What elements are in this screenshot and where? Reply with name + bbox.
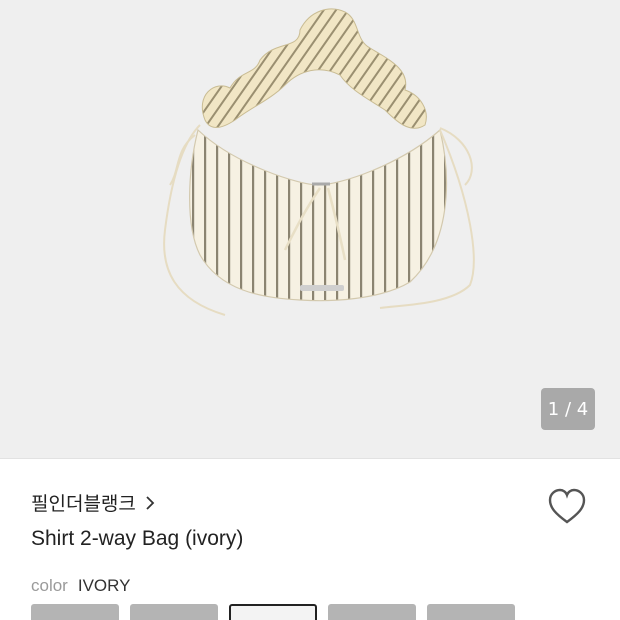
color-swatch[interactable]: [328, 604, 416, 620]
color-selection: color IVORY: [31, 576, 130, 596]
brand-name: 필인더블랭크: [31, 493, 136, 515]
chevron-right-icon: [146, 495, 155, 510]
color-swatch[interactable]: [31, 604, 119, 620]
color-value: IVORY: [77, 576, 131, 595]
image-counter-badge: 1 / 4: [541, 388, 595, 430]
brand-link[interactable]: 필인더블랭크: [31, 489, 156, 516]
heart-outline-icon[interactable]: [546, 487, 588, 527]
color-swatch[interactable]: [130, 604, 218, 620]
product-image[interactable]: [0, 0, 620, 458]
color-swatch[interactable]: [427, 604, 515, 620]
product-title: Shirt 2-way Bag (ivory): [31, 527, 244, 550]
product-image-gallery[interactable]: 1 / 4: [0, 0, 620, 458]
color-swatch-list: [31, 604, 620, 620]
color-swatch-selected[interactable]: [229, 604, 317, 620]
section-divider: [0, 458, 620, 459]
color-label: color: [31, 576, 68, 595]
